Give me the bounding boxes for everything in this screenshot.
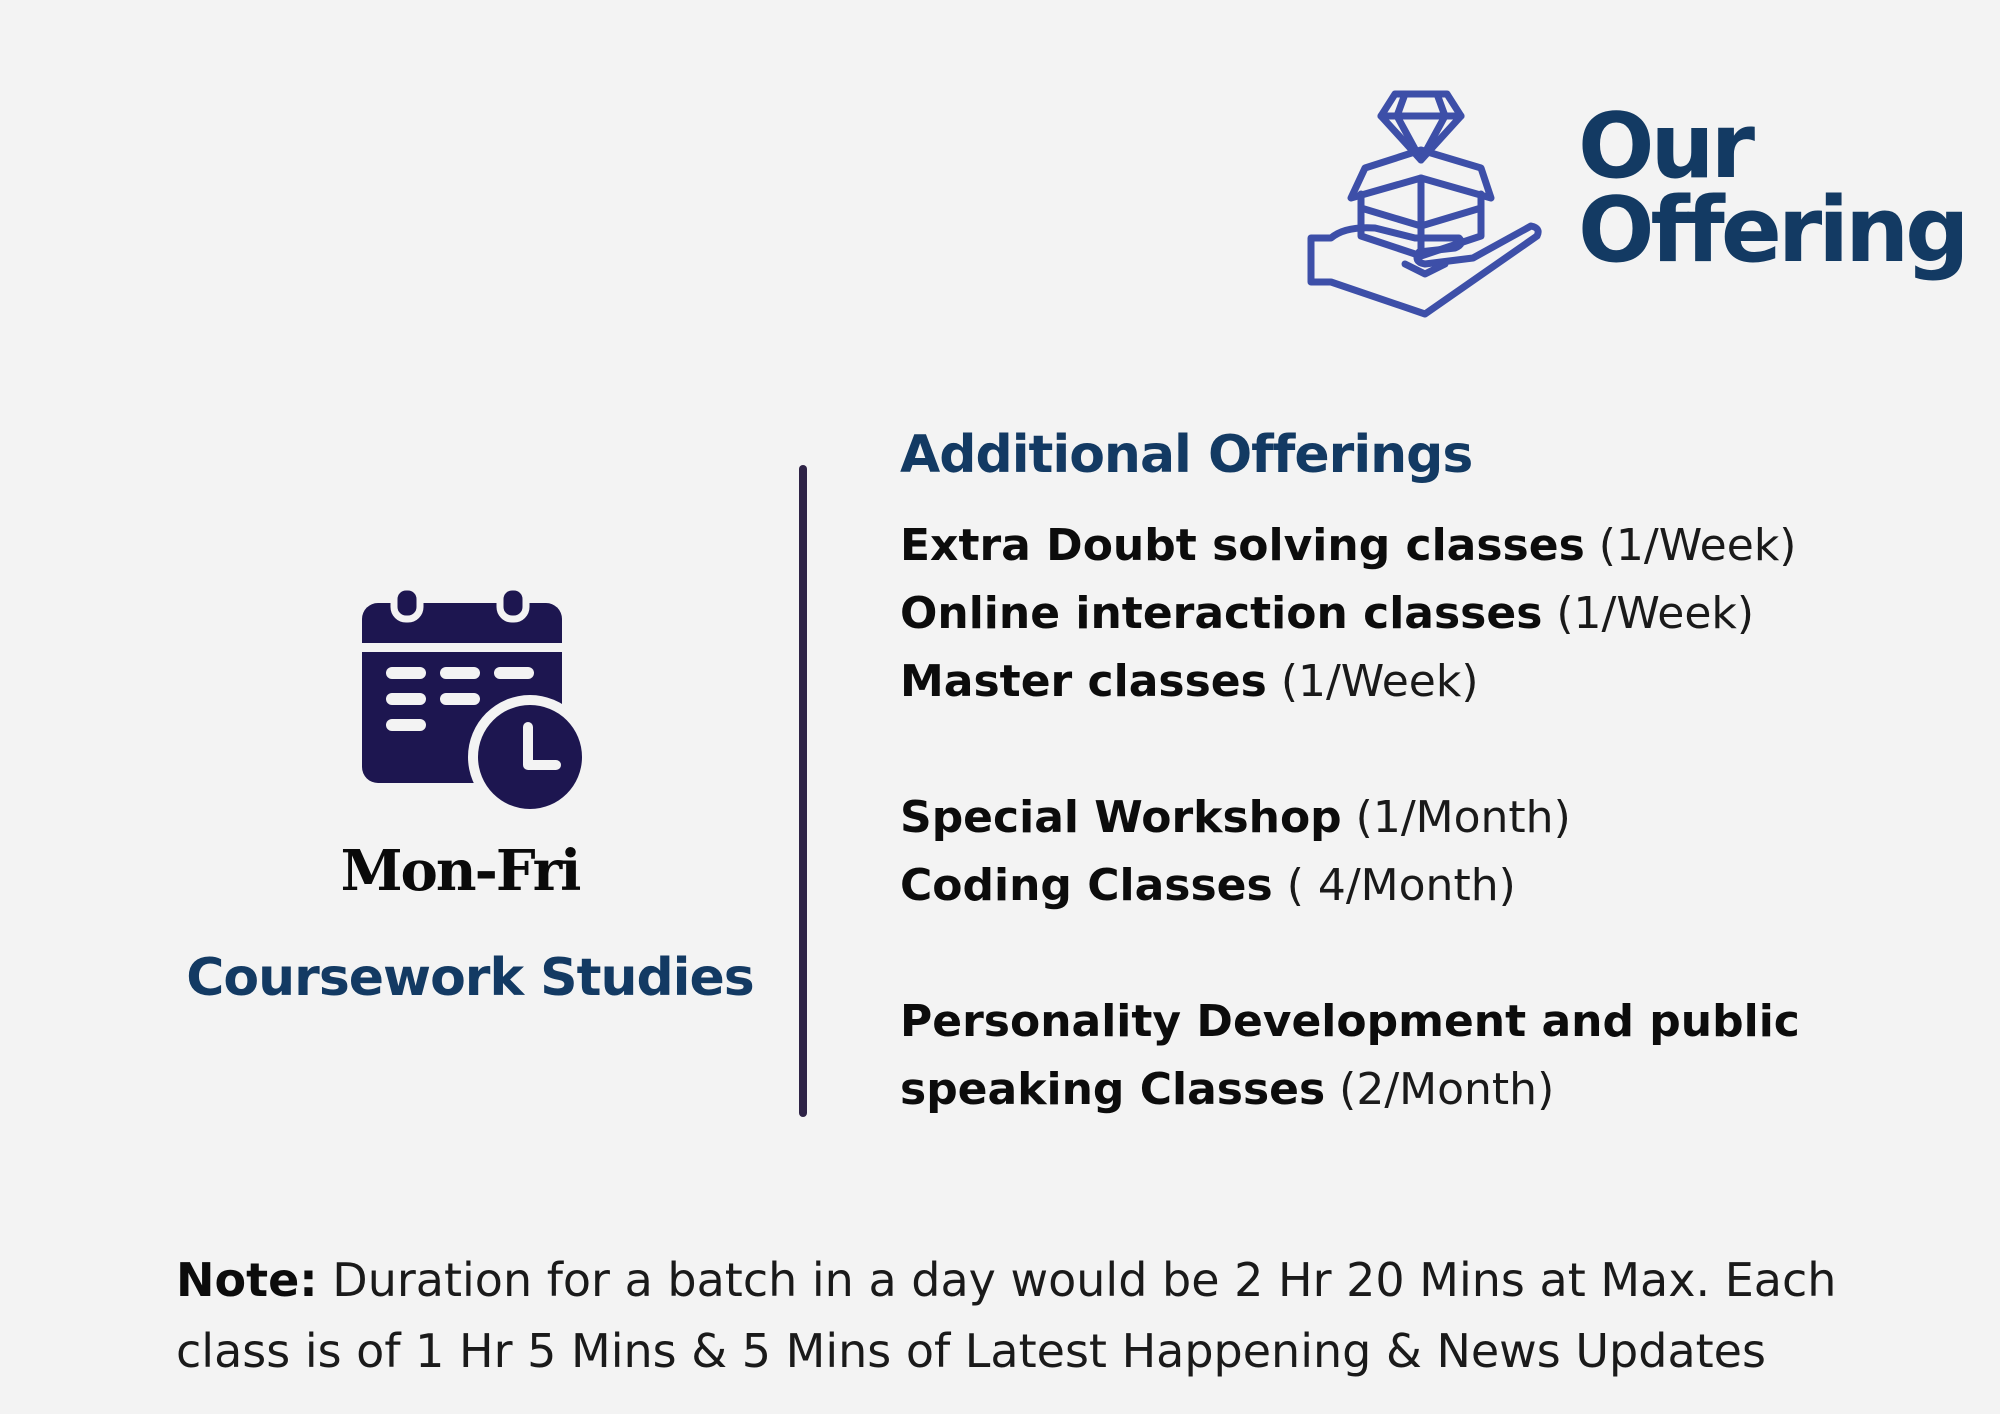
note-line1: Note: Duration for a batch in a day woul… (176, 1253, 1837, 1307)
page-title-line1: Our (1578, 94, 1755, 199)
calendar-clock-icon (362, 585, 590, 815)
vertical-divider (799, 465, 807, 1117)
gift-hand-icon (1307, 90, 1542, 318)
note-text: Note: Duration for a batch in a day woul… (176, 1245, 1856, 1387)
page-title: Our Offering (1578, 94, 1970, 283)
note-line2: class is of 1 Hr 5 Mins & 5 Mins of Late… (176, 1324, 1766, 1378)
page-title-line2: Offering (1578, 178, 1970, 283)
offering-item: Master classes (1/Week) (900, 656, 1479, 707)
offering-item: speaking Classes (2/Month) (900, 1064, 1555, 1115)
offering-item: Coding Classes ( 4/Month) (900, 860, 1516, 911)
schedule-days: Mon-Fri (340, 838, 582, 904)
coursework-label: Coursework Studies (186, 948, 754, 1008)
offering-item: Online interaction classes (1/Week) (900, 588, 1755, 639)
offering-item: Personality Development and public (900, 996, 1800, 1047)
offering-item: Special Workshop (1/Month) (900, 792, 1571, 843)
additional-offerings-title: Additional Offerings (900, 425, 1473, 485)
offering-item: Extra Doubt solving classes (1/Week) (900, 520, 1797, 571)
note-label: Note: (176, 1253, 318, 1307)
